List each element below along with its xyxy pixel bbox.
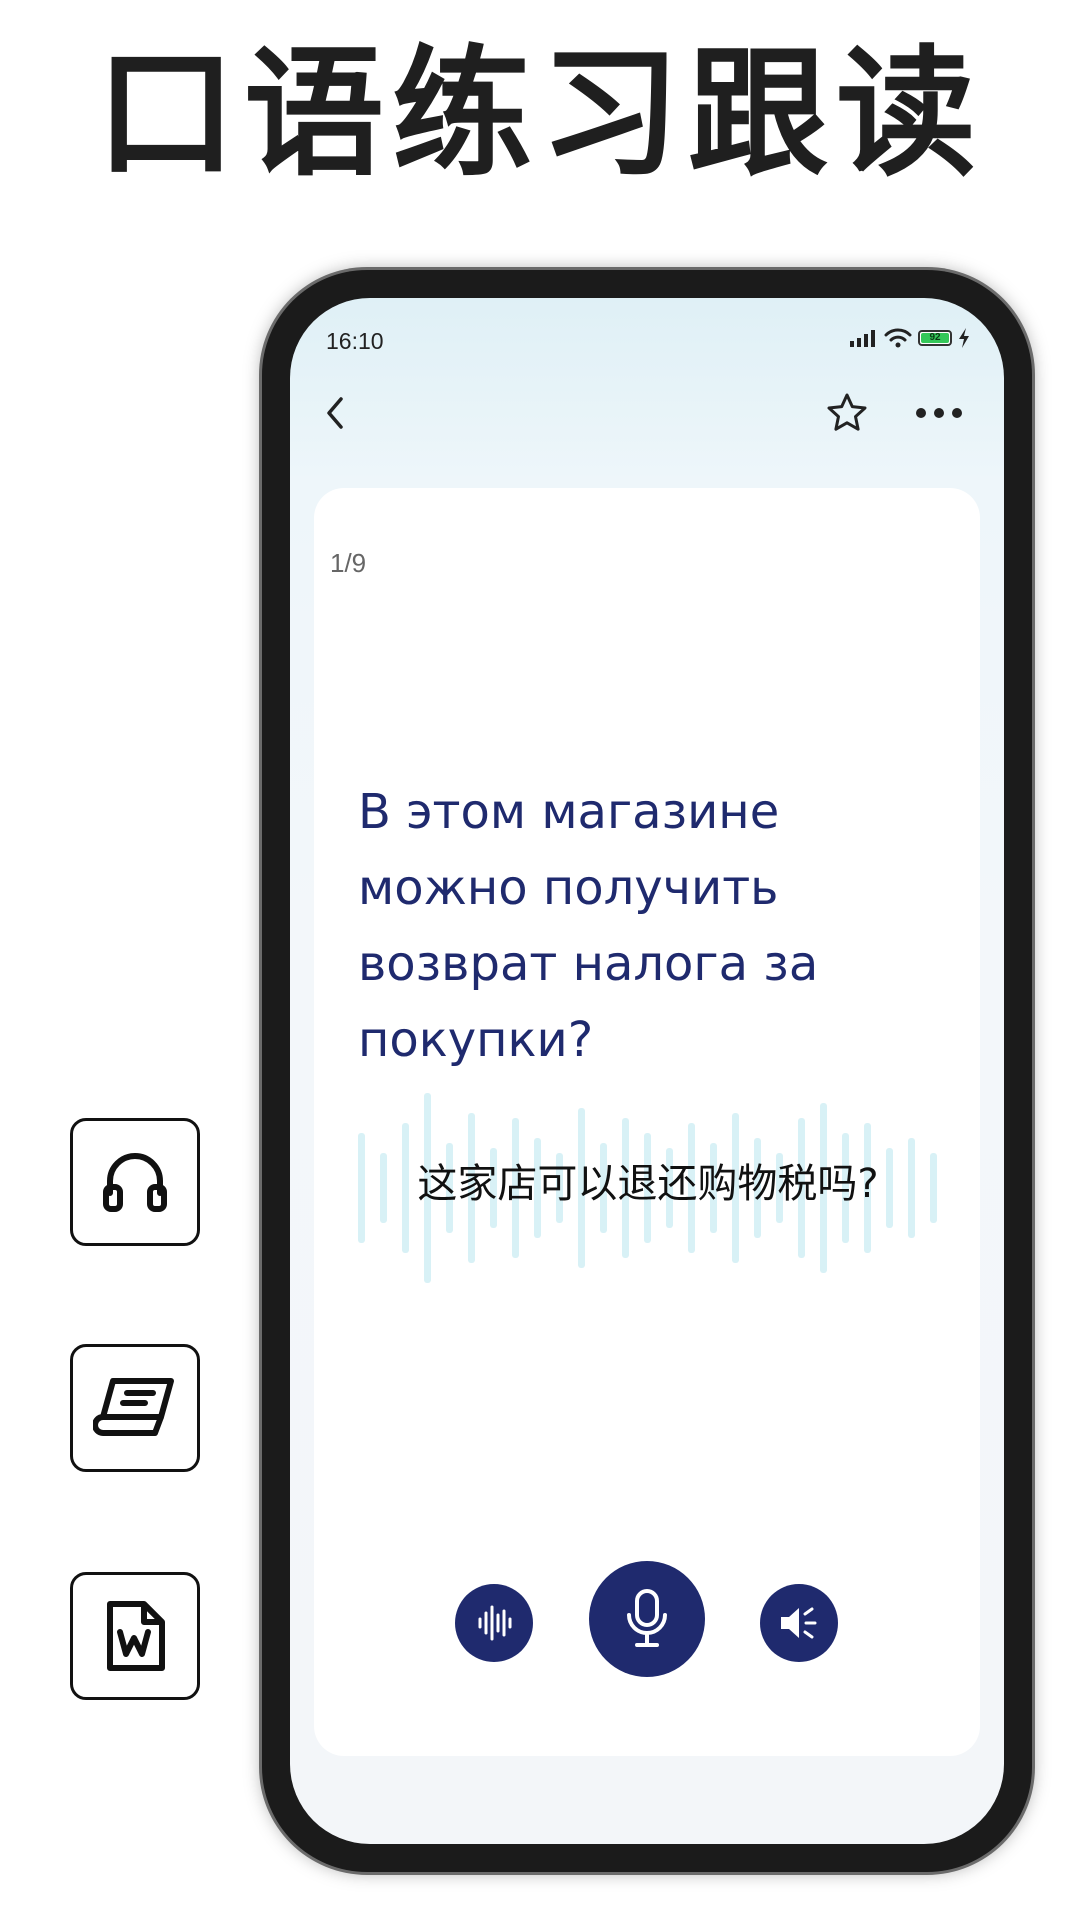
phrase-translation: 这家店可以退还购物税吗? bbox=[417, 1161, 879, 1207]
speaker-button[interactable] bbox=[760, 1584, 838, 1662]
playback-controls bbox=[314, 1561, 980, 1681]
phrase-card: 1/9 В этом магазине можно получить возвр… bbox=[314, 488, 980, 1756]
book-feature-icon bbox=[70, 1344, 200, 1472]
headphones-icon bbox=[103, 1153, 167, 1212]
phone-frame: 16:10 92 1/9 В этом магазине можно получ… bbox=[262, 270, 1032, 1872]
more-dot bbox=[934, 408, 944, 418]
book-icon bbox=[93, 1378, 174, 1436]
back-button[interactable] bbox=[310, 388, 360, 438]
more-options-button[interactable] bbox=[904, 388, 974, 438]
microphone-icon bbox=[627, 1589, 667, 1647]
charging-icon bbox=[959, 328, 969, 348]
status-icons: 92 bbox=[850, 328, 970, 348]
star-outline-icon bbox=[827, 393, 867, 431]
wifi-icon bbox=[884, 328, 912, 348]
speaker-icon bbox=[781, 1607, 817, 1639]
battery-indicator: 92 bbox=[918, 330, 952, 346]
phrase-sentence: В этом магазине можно получить возврат н… bbox=[358, 784, 819, 1068]
record-button[interactable] bbox=[589, 1561, 705, 1677]
more-dot bbox=[952, 408, 962, 418]
phone-screen: 16:10 92 1/9 В этом магазине можно получ… bbox=[290, 298, 1004, 1844]
headphones-feature-icon bbox=[70, 1118, 200, 1246]
favorite-button[interactable] bbox=[820, 386, 874, 440]
nav-bar bbox=[290, 378, 1004, 448]
chevron-left-icon bbox=[327, 397, 343, 429]
phrase-counter: 1/9 bbox=[330, 548, 367, 578]
headline-title: 口语练习跟读 bbox=[95, 33, 984, 196]
battery-level: 92 bbox=[921, 333, 949, 343]
document-feature-icon bbox=[70, 1572, 200, 1700]
more-dot bbox=[916, 408, 926, 418]
status-time: 16:10 bbox=[326, 328, 384, 354]
status-bar: 16:10 92 bbox=[290, 298, 1004, 368]
signal-icon bbox=[850, 330, 875, 347]
waveform-icon bbox=[478, 1605, 512, 1641]
waveform-button[interactable] bbox=[455, 1584, 533, 1662]
word-document-icon bbox=[107, 1601, 165, 1671]
